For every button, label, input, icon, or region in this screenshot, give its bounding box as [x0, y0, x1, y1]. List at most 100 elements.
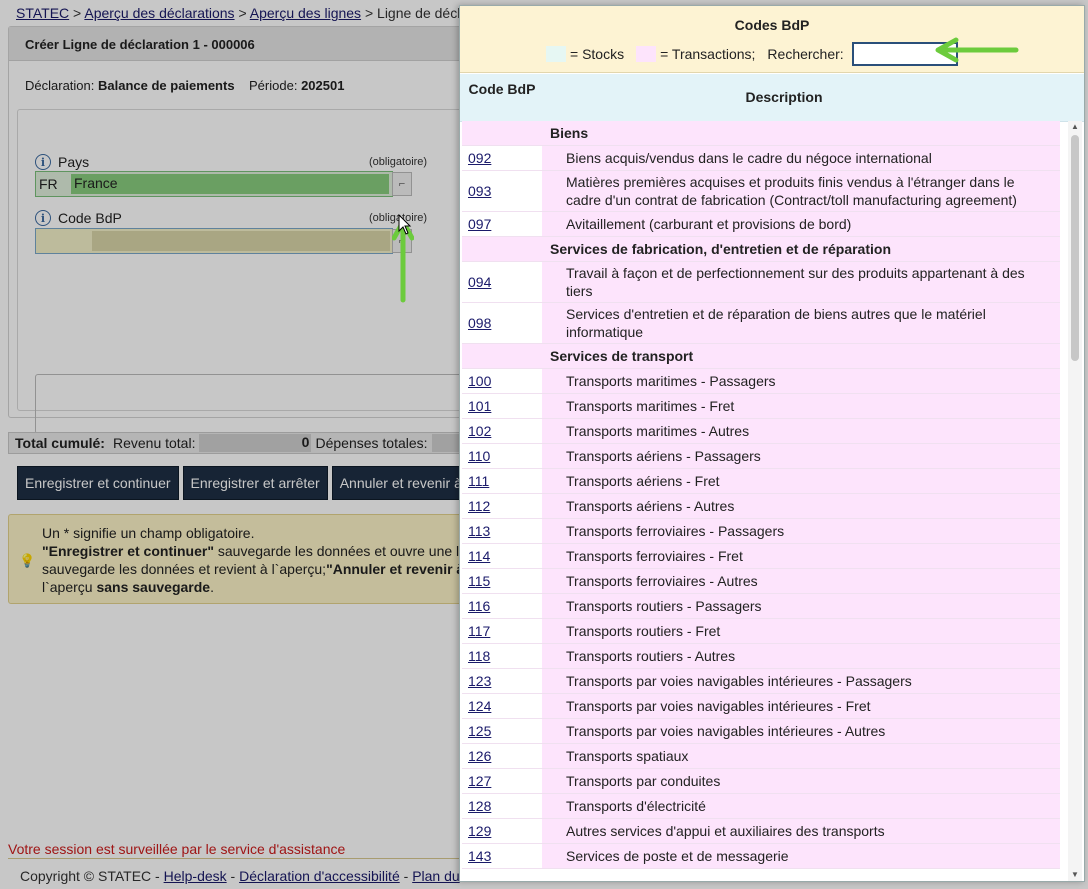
- code-cell: 114: [462, 544, 542, 568]
- table-row[interactable]: 094 Travail à façon et de perfectionnemen…: [462, 262, 1060, 303]
- code-cell: [462, 344, 542, 368]
- table-row[interactable]: 113 Transports ferroviaires - Passagers: [462, 519, 1060, 544]
- code-link[interactable]: 127: [468, 773, 491, 789]
- code-cell: 111: [462, 469, 542, 493]
- description-cell: Transports d'électricité: [542, 794, 1060, 818]
- code-cell: 116: [462, 594, 542, 618]
- category-row: Services de fabrication, d'entretien et …: [462, 237, 1060, 262]
- table-row[interactable]: 100 Transports maritimes - Passagers: [462, 369, 1060, 394]
- description-cell: Transports par voies navigables intérieu…: [542, 719, 1060, 743]
- code-link[interactable]: 125: [468, 723, 491, 739]
- table-row[interactable]: 117 Transports routiers - Fret: [462, 619, 1060, 644]
- table-header: Code BdP Description: [460, 74, 1084, 122]
- description-cell: Services de poste et de messagerie: [542, 844, 1060, 868]
- table-row[interactable]: 112 Transports aériens - Autres: [462, 494, 1060, 519]
- table-row[interactable]: 127 Transports par conduites: [462, 769, 1060, 794]
- table-row[interactable]: 143 Services de poste et de messagerie: [462, 844, 1060, 869]
- code-link[interactable]: 116: [468, 598, 490, 614]
- code-cell: 123: [462, 669, 542, 693]
- green-arrow-annotation: [935, 37, 1019, 63]
- description-cell: Transports maritimes - Autres: [542, 419, 1060, 443]
- code-link[interactable]: 094: [468, 274, 491, 290]
- code-cell: 126: [462, 744, 542, 768]
- description-cell: Transports maritimes - Fret: [542, 394, 1060, 418]
- code-cell: 110: [462, 444, 542, 468]
- table-row[interactable]: 115 Transports ferroviaires - Autres: [462, 569, 1060, 594]
- code-link[interactable]: 128: [468, 798, 491, 814]
- table-row[interactable]: 126 Transports spatiaux: [462, 744, 1060, 769]
- code-link[interactable]: 118: [468, 648, 490, 664]
- description-cell: Biens acquis/vendus dans le cadre du nég…: [542, 146, 1060, 170]
- description-cell: Autres services d'appui et auxiliaires d…: [542, 819, 1060, 843]
- table-row[interactable]: 125 Transports par voies navigables intér…: [462, 719, 1060, 744]
- code-link[interactable]: 098: [468, 315, 491, 331]
- table-row[interactable]: 118 Transports routiers - Autres: [462, 644, 1060, 669]
- code-link[interactable]: 100: [468, 373, 491, 389]
- code-cell: 092: [462, 146, 542, 170]
- code-cell: 118: [462, 644, 542, 668]
- category-row: Services de transport: [462, 344, 1060, 369]
- description-cell: Transports par conduites: [542, 769, 1060, 793]
- code-link[interactable]: 111: [468, 473, 489, 489]
- table-row[interactable]: 097 Avitaillement (carburant et provision…: [462, 212, 1060, 237]
- table-row[interactable]: 123 Transports par voies navigables intér…: [462, 669, 1060, 694]
- category-label: Biens: [542, 121, 1060, 145]
- column-header-code: Code BdP: [468, 81, 536, 97]
- code-link[interactable]: 114: [468, 548, 490, 564]
- code-cell: 101: [462, 394, 542, 418]
- code-link[interactable]: 113: [468, 523, 490, 539]
- code-link[interactable]: 126: [468, 748, 491, 764]
- code-link[interactable]: 115: [468, 573, 490, 589]
- dialog-header: Codes BdP = Stocks = Transactions; Reche…: [460, 6, 1084, 73]
- table-row[interactable]: 092 Biens acquis/vendus dans le cadre du …: [462, 146, 1060, 171]
- code-cell: 128: [462, 794, 542, 818]
- table-row[interactable]: 098 Services d'entretien et de réparation…: [462, 303, 1060, 344]
- description-cell: Travail à façon et de perfectionnement s…: [542, 262, 1060, 302]
- description-cell: Transports routiers - Fret: [542, 619, 1060, 643]
- column-header-description: Description: [745, 89, 823, 105]
- table-row[interactable]: 110 Transports aériens - Passagers: [462, 444, 1060, 469]
- code-link[interactable]: 093: [468, 183, 491, 199]
- table-row[interactable]: 128 Transports d'électricité: [462, 794, 1060, 819]
- description-cell: Transports routiers - Passagers: [542, 594, 1060, 618]
- code-link[interactable]: 129: [468, 823, 491, 839]
- description-cell: Transports par voies navigables intérieu…: [542, 694, 1060, 718]
- table-row[interactable]: 116 Transports routiers - Passagers: [462, 594, 1060, 619]
- category-row: Biens: [462, 121, 1060, 146]
- legend-transactions: = Transactions;: [660, 46, 756, 62]
- scrollbar-thumb[interactable]: [1071, 135, 1079, 361]
- table-row[interactable]: 129 Autres services d'appui et auxiliaire…: [462, 819, 1060, 844]
- description-cell: Transports routiers - Autres: [542, 644, 1060, 668]
- code-link[interactable]: 097: [468, 216, 491, 232]
- table-row[interactable]: 102 Transports maritimes - Autres: [462, 419, 1060, 444]
- description-cell: Transports ferroviaires - Autres: [542, 569, 1060, 593]
- description-cell: Avitaillement (carburant et provisions d…: [542, 212, 1060, 236]
- category-label: Services de fabrication, d'entretien et …: [542, 237, 1060, 261]
- table-row[interactable]: 114 Transports ferroviaires - Fret: [462, 544, 1060, 569]
- code-cell: 093: [462, 171, 542, 211]
- code-link[interactable]: 101: [468, 398, 491, 414]
- table-row[interactable]: 093 Matières premières acquises et produi…: [462, 171, 1060, 212]
- code-link[interactable]: 102: [468, 423, 491, 439]
- scrollbar[interactable]: ▲ ▼: [1068, 121, 1082, 881]
- description-cell: Transports aériens - Passagers: [542, 444, 1060, 468]
- table-row[interactable]: 111 Transports aériens - Fret: [462, 469, 1060, 494]
- code-link[interactable]: 124: [468, 698, 491, 714]
- code-link[interactable]: 112: [468, 498, 490, 514]
- code-link[interactable]: 123: [468, 673, 491, 689]
- code-cell: 143: [462, 844, 542, 868]
- search-label: Rechercher:: [767, 46, 844, 62]
- scroll-down-icon[interactable]: ▼: [1068, 869, 1082, 881]
- scroll-up-icon[interactable]: ▲: [1068, 121, 1082, 133]
- stocks-swatch: [546, 46, 566, 62]
- code-cell: 125: [462, 719, 542, 743]
- code-cell: 124: [462, 694, 542, 718]
- code-cell: 127: [462, 769, 542, 793]
- code-link[interactable]: 092: [468, 150, 491, 166]
- code-link[interactable]: 143: [468, 848, 491, 864]
- table-row[interactable]: 101 Transports maritimes - Fret: [462, 394, 1060, 419]
- code-link[interactable]: 110: [468, 448, 490, 464]
- table-row[interactable]: 124 Transports par voies navigables intér…: [462, 694, 1060, 719]
- code-link[interactable]: 117: [468, 623, 490, 639]
- code-cell: 115: [462, 569, 542, 593]
